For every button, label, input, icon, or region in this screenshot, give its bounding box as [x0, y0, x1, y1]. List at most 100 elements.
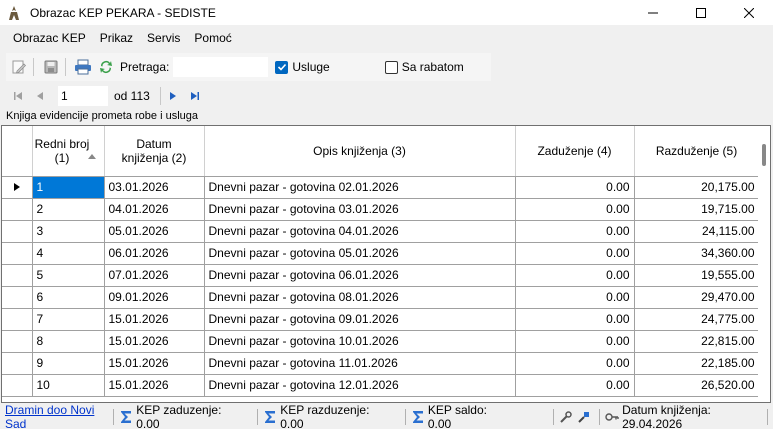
cell-redni-broj[interactable]: 8: [32, 330, 105, 353]
cell-razduzenje[interactable]: 34,360.00: [634, 242, 760, 265]
search-input[interactable]: [173, 57, 269, 77]
cell-opis[interactable]: Dnevni pazar - gotovina 02.01.2026: [204, 176, 516, 199]
cell-zaduzenje[interactable]: 0.00: [515, 198, 635, 221]
cell-redni-broj[interactable]: 6: [32, 286, 105, 309]
cell-redni-broj[interactable]: 1: [32, 176, 105, 199]
table-row[interactable]: 2 04.01.2026 Dnevni pazar - gotovina 03.01…: [2, 198, 760, 221]
cell-redni-broj[interactable]: 10: [32, 374, 105, 397]
cell-opis[interactable]: Dnevni pazar - gotovina 12.01.2026: [204, 374, 516, 397]
row-header[interactable]: [2, 330, 33, 353]
print-icon[interactable]: [73, 57, 93, 77]
menu-prikaz[interactable]: Prikaz: [93, 27, 140, 49]
edit-icon[interactable]: [9, 57, 29, 77]
cell-redni-broj[interactable]: 7: [32, 308, 105, 331]
scrollbar-thumb[interactable]: [762, 144, 766, 166]
cell-datum[interactable]: 05.01.2026: [104, 220, 205, 243]
table-row[interactable]: 3 05.01.2026 Dnevni pazar - gotovina 04.01…: [2, 220, 760, 243]
cell-razduzenje[interactable]: 24,775.00: [634, 308, 760, 331]
usluge-checkbox[interactable]: Usluge: [275, 60, 330, 74]
cell-datum[interactable]: 04.01.2026: [104, 198, 205, 221]
cell-zaduzenje[interactable]: 0.00: [515, 220, 635, 243]
column-header-razduzenje[interactable]: Razduženje (5): [634, 126, 760, 177]
row-header[interactable]: [2, 242, 33, 265]
wrench-icon[interactable]: [559, 409, 573, 425]
column-header-datum[interactable]: Datum knjiženja (2): [104, 126, 205, 177]
tools-icon[interactable]: [576, 409, 590, 425]
cell-opis[interactable]: Dnevni pazar - gotovina 06.01.2026: [204, 264, 516, 287]
cell-redni-broj[interactable]: 2: [32, 198, 105, 221]
table-row[interactable]: 6 09.01.2026 Dnevni pazar - gotovina 08.01…: [2, 286, 760, 309]
cell-razduzenje[interactable]: 22,185.00: [634, 352, 760, 375]
maximize-button[interactable]: [677, 0, 725, 25]
cell-razduzenje[interactable]: 29,470.00: [634, 286, 760, 309]
cell-datum[interactable]: 15.01.2026: [104, 330, 205, 353]
row-header[interactable]: [2, 198, 33, 221]
cell-opis[interactable]: Dnevni pazar - gotovina 04.01.2026: [204, 220, 516, 243]
company-link[interactable]: Dramin doo Novi Sad: [5, 403, 108, 429]
next-record-icon[interactable]: [165, 88, 181, 104]
column-header-redni-broj[interactable]: Redni broj (1): [32, 126, 105, 177]
save-icon[interactable]: [41, 57, 61, 77]
cell-datum[interactable]: 09.01.2026: [104, 286, 205, 309]
cell-razduzenje[interactable]: 24,115.00: [634, 220, 760, 243]
cell-redni-broj[interactable]: 5: [32, 264, 105, 287]
table-row[interactable]: 10 15.01.2026 Dnevni pazar - gotovina 12.0…: [2, 374, 760, 397]
cell-opis[interactable]: Dnevni pazar - gotovina 08.01.2026: [204, 286, 516, 309]
cell-opis[interactable]: Dnevni pazar - gotovina 11.01.2026: [204, 352, 516, 375]
vertical-scrollbar[interactable]: [758, 126, 770, 402]
row-header[interactable]: [2, 176, 33, 199]
cell-datum[interactable]: 15.01.2026: [104, 308, 205, 331]
row-header[interactable]: [2, 220, 33, 243]
menu-obrazac-kep[interactable]: Obrazac KEP: [6, 27, 93, 49]
cell-zaduzenje[interactable]: 0.00: [515, 264, 635, 287]
cell-opis[interactable]: Dnevni pazar - gotovina 10.01.2026: [204, 330, 516, 353]
data-grid[interactable]: Redni broj (1) Datum knjiženja (2) Opis …: [1, 125, 771, 403]
table-row[interactable]: 5 07.01.2026 Dnevni pazar - gotovina 06.01…: [2, 264, 760, 287]
cell-zaduzenje[interactable]: 0.00: [515, 374, 635, 397]
first-record-icon[interactable]: [10, 88, 26, 104]
cell-razduzenje[interactable]: 26,520.00: [634, 374, 760, 397]
previous-record-icon[interactable]: [32, 88, 48, 104]
cell-razduzenje[interactable]: 19,555.00: [634, 264, 760, 287]
table-row[interactable]: 1 03.01.2026 Dnevni pazar - gotovina 02.01…: [2, 176, 760, 199]
cell-razduzenje[interactable]: 19,715.00: [634, 198, 760, 221]
cell-razduzenje[interactable]: 22,815.00: [634, 330, 760, 353]
record-position-input[interactable]: [58, 86, 108, 106]
row-header[interactable]: [2, 264, 33, 287]
menu-servis[interactable]: Servis: [140, 27, 187, 49]
cell-zaduzenje[interactable]: 0.00: [515, 308, 635, 331]
cell-zaduzenje[interactable]: 0.00: [515, 330, 635, 353]
checkbox-checked-icon[interactable]: [275, 60, 289, 74]
menu-pomoc[interactable]: Pomoć: [187, 27, 238, 49]
cell-zaduzenje[interactable]: 0.00: [515, 242, 635, 265]
checkbox-unchecked-icon[interactable]: [384, 60, 398, 74]
cell-redni-broj[interactable]: 9: [32, 352, 105, 375]
cell-zaduzenje[interactable]: 0.00: [515, 286, 635, 309]
column-header-opis[interactable]: Opis knjiženja (3): [204, 126, 516, 177]
table-row[interactable]: 9 15.01.2026 Dnevni pazar - gotovina 11.01…: [2, 352, 760, 375]
last-record-icon[interactable]: [187, 88, 203, 104]
cell-razduzenje[interactable]: 20,175.00: [634, 176, 760, 199]
cell-datum[interactable]: 15.01.2026: [104, 374, 205, 397]
refresh-icon[interactable]: [96, 57, 116, 77]
minimize-button[interactable]: [629, 0, 677, 25]
cell-opis[interactable]: Dnevni pazar - gotovina 05.01.2026: [204, 242, 516, 265]
column-header-zaduzenje[interactable]: Zaduženje (4): [515, 126, 635, 177]
cell-opis[interactable]: Dnevni pazar - gotovina 03.01.2026: [204, 198, 516, 221]
table-row[interactable]: 7 15.01.2026 Dnevni pazar - gotovina 09.01…: [2, 308, 760, 331]
cell-opis[interactable]: Dnevni pazar - gotovina 09.01.2026: [204, 308, 516, 331]
table-row[interactable]: 8 15.01.2026 Dnevni pazar - gotovina 10.01…: [2, 330, 760, 353]
cell-datum[interactable]: 06.01.2026: [104, 242, 205, 265]
row-header[interactable]: [2, 374, 33, 397]
rabat-checkbox[interactable]: Sa rabatom: [384, 60, 464, 74]
cell-zaduzenje[interactable]: 0.00: [515, 352, 635, 375]
cell-datum[interactable]: 07.01.2026: [104, 264, 205, 287]
table-row[interactable]: 4 06.01.2026 Dnevni pazar - gotovina 05.01…: [2, 242, 760, 265]
cell-datum[interactable]: 15.01.2026: [104, 352, 205, 375]
cell-redni-broj[interactable]: 4: [32, 242, 105, 265]
row-header[interactable]: [2, 308, 33, 331]
row-header[interactable]: [2, 286, 33, 309]
row-header[interactable]: [2, 352, 33, 375]
close-button[interactable]: [725, 0, 773, 25]
cell-datum[interactable]: 03.01.2026: [104, 176, 205, 199]
